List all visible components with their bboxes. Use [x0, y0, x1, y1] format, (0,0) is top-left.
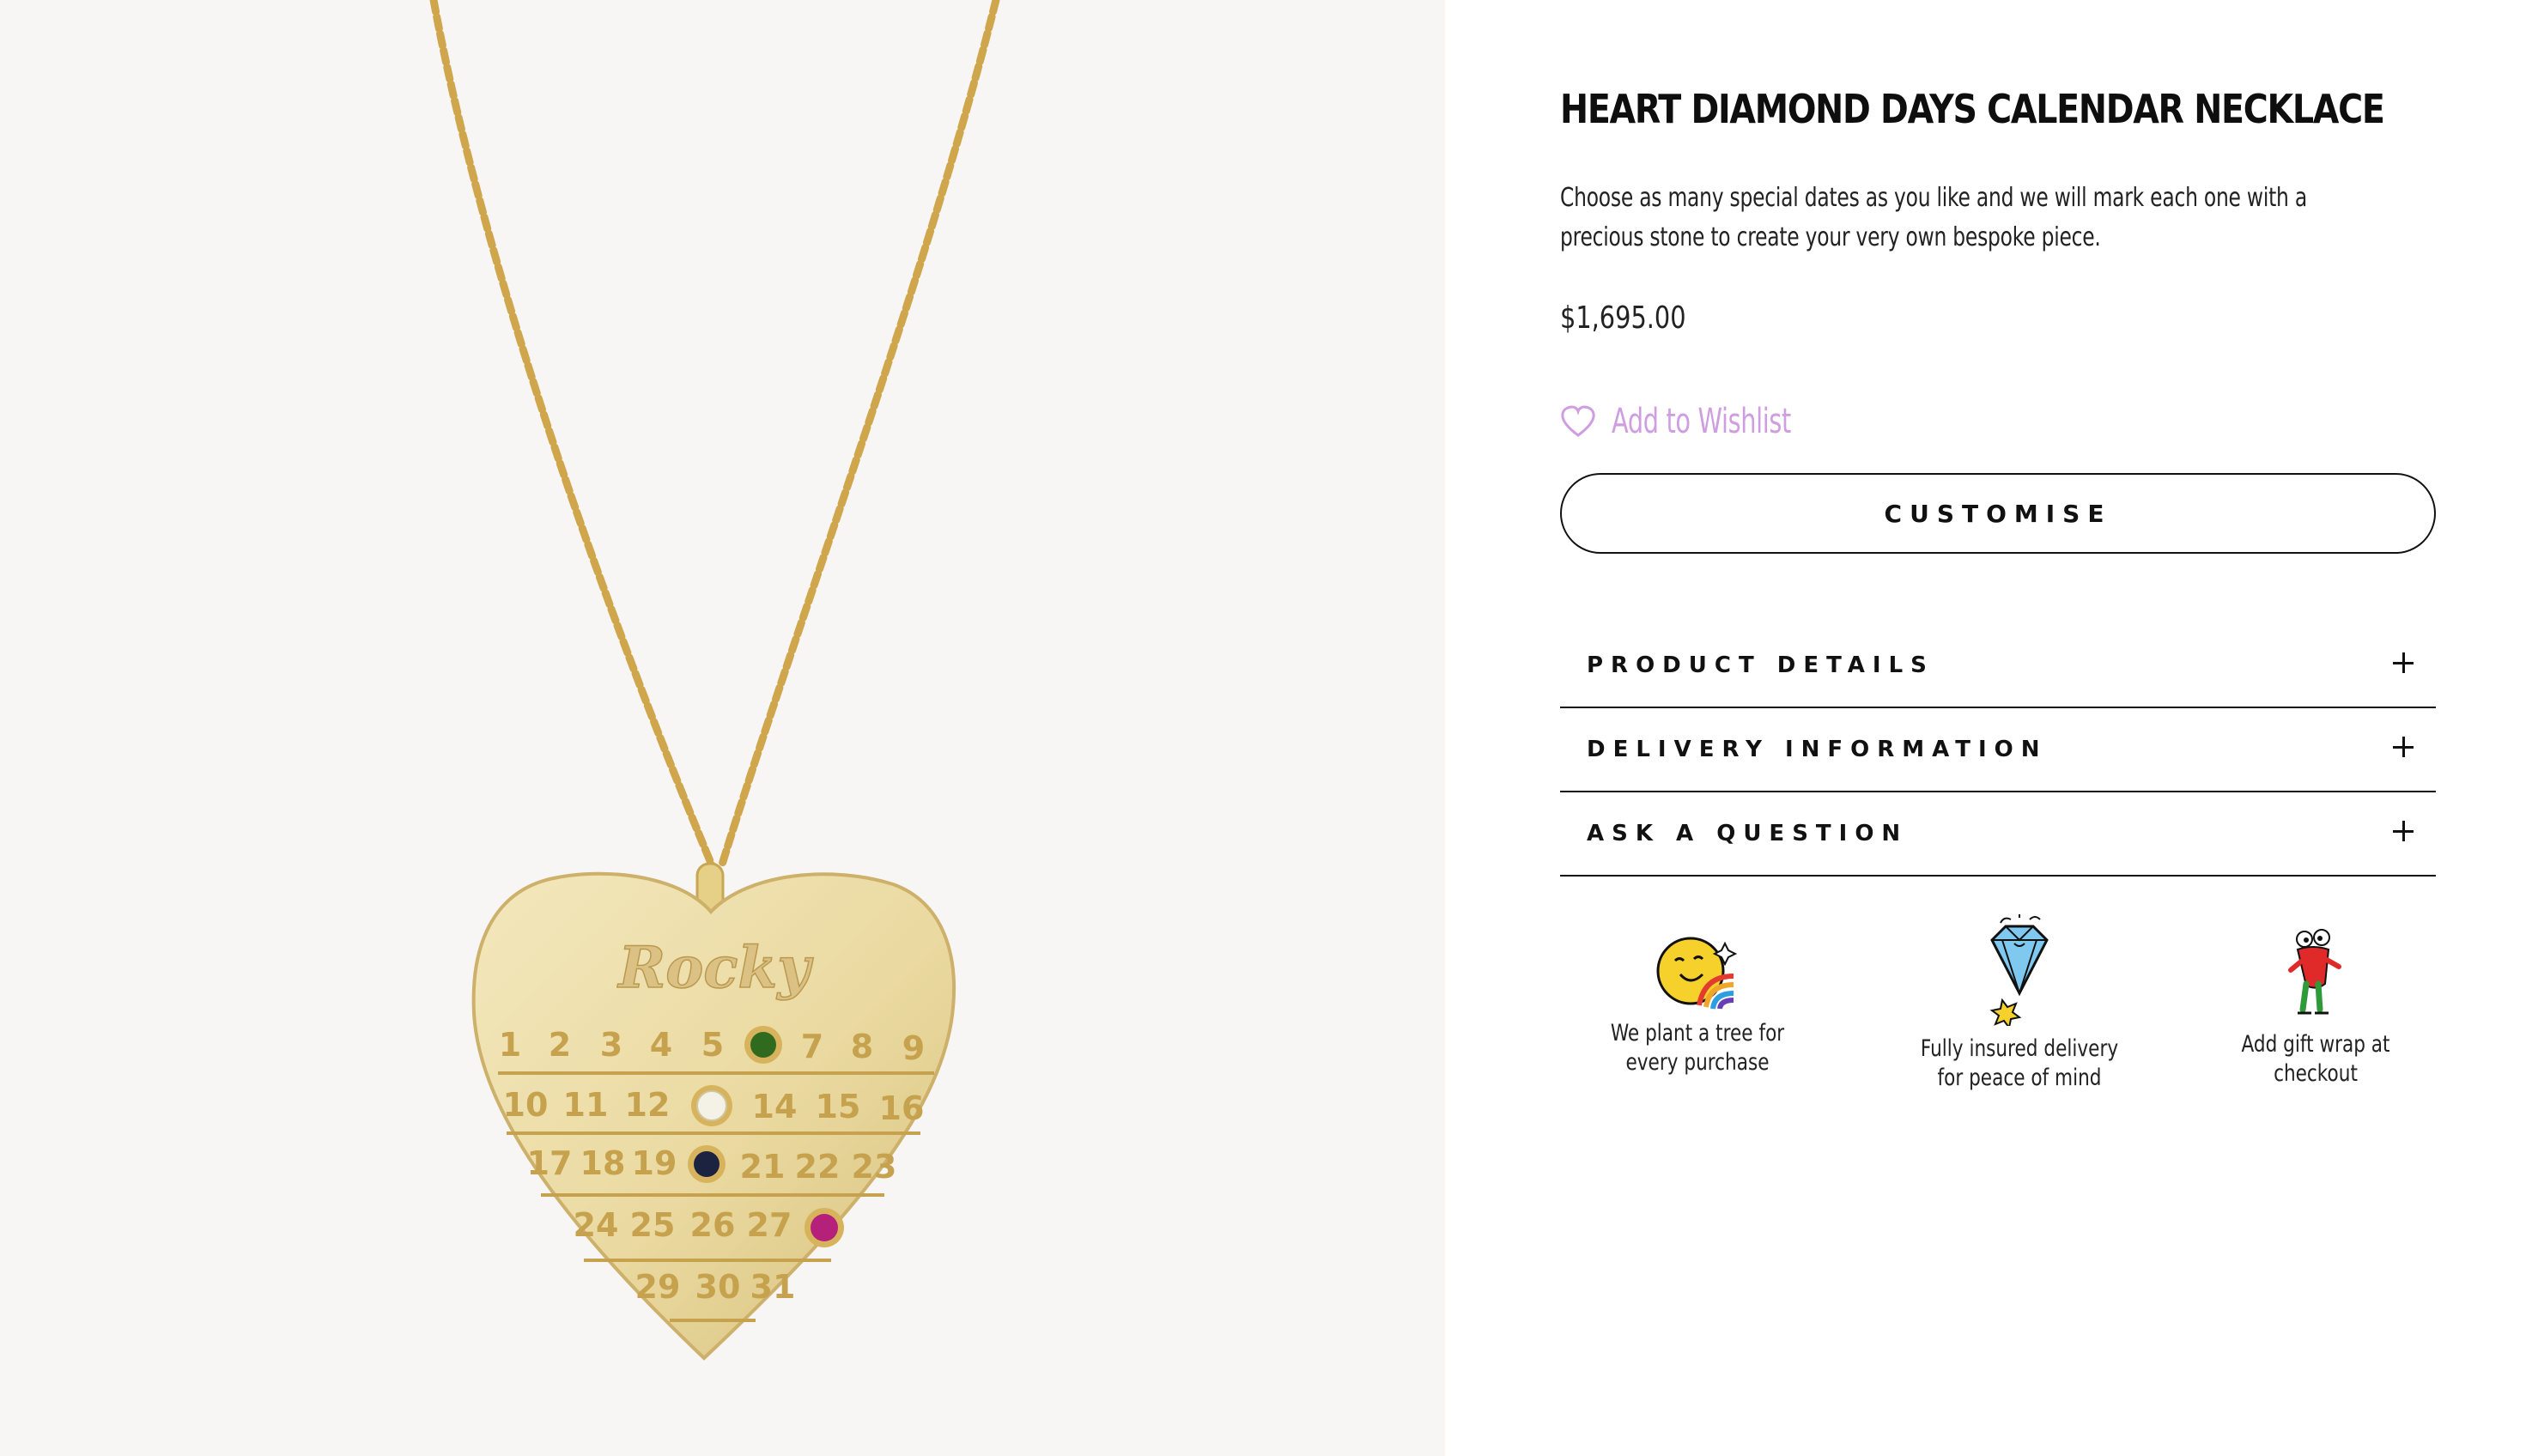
product-image: Rocky 123 45 789 10 11 12 14 15 16 17 18 19 21…: [0, 0, 1445, 1456]
stone-white: [691, 1085, 732, 1126]
chain-left: [429, 0, 717, 871]
perk-label: We plant a tree for every purchase: [1610, 1020, 1785, 1076]
product-price: $1,695.00: [1560, 300, 1686, 336]
heart-icon: [1561, 405, 1595, 437]
chain-right: [717, 0, 1000, 871]
stone-blue: [688, 1145, 726, 1183]
svg-text:21: 21: [740, 1148, 786, 1186]
info-accordion: PRODUCT DETAILS DELIVERY INFORMATION ASK…: [1560, 624, 2436, 877]
svg-text:31: 31: [750, 1268, 796, 1306]
svg-text:15: 15: [816, 1088, 861, 1125]
svg-text:29: 29: [635, 1268, 681, 1306]
svg-text:27: 27: [747, 1206, 792, 1244]
accordion-delivery-information[interactable]: DELIVERY INFORMATION: [1560, 708, 2436, 792]
svg-text:30: 30: [695, 1268, 741, 1306]
svg-text:5: 5: [701, 1026, 724, 1064]
perk-label: Add gift wrap at checkout: [2241, 1031, 2390, 1087]
planet-rainbow-icon: [1656, 937, 1738, 1010]
accordion-ask-a-question[interactable]: ASK A QUESTION: [1560, 792, 2436, 877]
customise-button[interactable]: CUSTOMISE: [1560, 473, 2436, 554]
svg-text:12: 12: [625, 1086, 671, 1124]
svg-text:22: 22: [795, 1148, 841, 1186]
product-info: HEART DIAMOND DAYS CALENDAR NECKLACE Cho…: [1560, 0, 2436, 1456]
svg-text:17: 17: [527, 1144, 573, 1182]
svg-text:18: 18: [580, 1144, 626, 1182]
svg-text:2: 2: [549, 1026, 571, 1064]
customise-label: CUSTOMISE: [1884, 499, 2112, 528]
diamond-icon: [1989, 914, 2049, 1026]
plus-icon: [2393, 821, 2414, 841]
svg-text:26: 26: [690, 1206, 736, 1244]
stone-green: [744, 1026, 782, 1064]
necklace-illustration: Rocky 123 45 789 10 11 12 14 15 16 17 18 19 21…: [429, 0, 1000, 1361]
perk-gift-wrap: Add gift wrap at checkout: [2208, 927, 2423, 1089]
plus-icon: [2393, 737, 2414, 757]
svg-text:9: 9: [902, 1029, 925, 1067]
svg-text:14: 14: [752, 1088, 798, 1125]
accordion-label: DELIVERY INFORMATION: [1587, 737, 2048, 762]
accordion-label: PRODUCT DETAILS: [1587, 652, 1934, 678]
gift-character-icon: [2288, 929, 2341, 1015]
accordion-label: ASK A QUESTION: [1587, 821, 1909, 846]
perks-row: We plant a tree for every purchase Fully…: [1560, 910, 2436, 1099]
svg-text:4: 4: [650, 1026, 672, 1064]
svg-text:16: 16: [879, 1089, 925, 1127]
svg-text:23: 23: [852, 1148, 897, 1186]
svg-text:3: 3: [600, 1026, 622, 1064]
accordion-product-details[interactable]: PRODUCT DETAILS: [1560, 624, 2436, 708]
svg-text:10: 10: [503, 1086, 549, 1124]
svg-text:24: 24: [574, 1206, 619, 1244]
perk-insured-delivery: Fully insured delivery for peace of mind: [1878, 914, 2161, 1093]
calendar-row-5: 29 30 31: [635, 1268, 796, 1306]
svg-text:1: 1: [499, 1026, 521, 1064]
svg-text:8: 8: [851, 1028, 873, 1065]
add-to-wishlist-link[interactable]: Add to Wishlist: [1560, 402, 1861, 441]
perk-label: Fully insured delivery for peace of mind: [1920, 1035, 2119, 1091]
stone-pink: [805, 1208, 844, 1247]
plus-icon: [2393, 652, 2414, 673]
svg-text:19: 19: [632, 1144, 677, 1182]
calendar-row-1: 123 45 789: [499, 1026, 925, 1067]
svg-text:11: 11: [563, 1086, 609, 1124]
svg-text:7: 7: [801, 1028, 823, 1065]
product-title: HEART DIAMOND DAYS CALENDAR NECKLACE: [1560, 86, 2385, 132]
engraved-name: Rocky: [616, 934, 814, 1001]
svg-text:25: 25: [630, 1206, 676, 1244]
wishlist-label: Add to Wishlist: [1612, 402, 1791, 441]
product-description: Choose as many special dates as you like…: [1560, 183, 2307, 252]
perk-tree: We plant a tree for every purchase: [1577, 931, 1818, 1077]
